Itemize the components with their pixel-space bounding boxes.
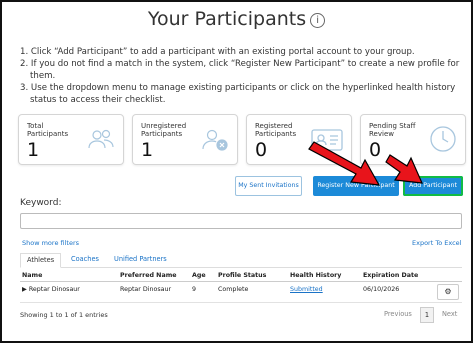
clock-icon [430,126,456,152]
table-header-divider [20,281,462,282]
add-participant-button[interactable]: Add Participant [403,176,463,196]
card-label: Registered Participants [255,122,297,138]
column-header-health-history[interactable]: Health History [290,272,341,279]
app-frame: Your Participants i 1. Click “Add Partici… [0,0,473,343]
my-sent-invitations-button[interactable]: My Sent Invitations [235,176,302,196]
instruction-2: 2. If you do not find a match in the sys… [20,59,460,81]
card-unregistered-participants: Unregistered Participants 1 [132,114,238,165]
card-value: 0 [255,139,268,161]
cell-preferred-name: Reptar Dinosaur [120,286,172,293]
column-header-profile-status[interactable]: Profile Status [218,272,266,279]
card-label: Pending Staff Review [369,122,416,138]
card-label: Unregistered Participants [141,122,187,138]
keyword-label: Keyword: [20,198,62,208]
info-icon[interactable]: i [310,13,326,28]
pagination-next[interactable]: Next [442,307,457,321]
pagination-previous[interactable]: Previous [384,307,412,321]
column-header-preferred-name[interactable]: Preferred Name [120,272,177,279]
cell-health-history: Submitted [290,286,323,293]
users-icon [88,129,114,149]
row-actions-gear-button[interactable]: ⚙ [437,284,459,300]
register-new-participant-button[interactable]: Register New Participant [313,176,399,196]
card-label: Total Participants [27,122,69,138]
health-history-link[interactable]: Submitted [290,286,323,293]
page-title: Your Participants i [2,8,471,30]
gear-icon: ⚙ [444,287,452,296]
card-registered-participants: Registered Participants 0 [246,114,352,165]
table-row-divider [20,302,462,303]
participant-tabs: Athletes Coaches Unified Partners [20,253,462,268]
cell-name[interactable]: ▶ Reptar Dinosaur [22,286,80,293]
card-pending-staff-review: Pending Staff Review 0 [360,114,466,165]
card-value: 0 [369,139,382,161]
column-header-age[interactable]: Age [192,272,206,279]
page-title-text: Your Participants [147,8,307,30]
card-value: 1 [27,139,40,161]
show-more-filters-link[interactable]: Show more filters [22,239,79,247]
tab-unified-partners[interactable]: Unified Partners [108,253,173,266]
instruction-1: 1. Click “Add Participant” to add a part… [20,47,415,57]
entries-info: Showing 1 to 1 of 1 entries [20,311,108,319]
column-header-name[interactable]: Name [22,272,42,279]
user-remove-icon [202,129,228,151]
id-card-icon [311,129,343,151]
export-to-excel-link[interactable]: Export To Excel [412,239,461,247]
instruction-3: 3. Use the dropdown menu to manage exist… [20,83,456,105]
cell-profile-status: Complete [218,286,249,293]
card-total-participants: Total Participants 1 [18,114,124,165]
keyword-input[interactable] [20,213,462,229]
pagination-page-1[interactable]: 1 [420,307,434,323]
tab-coaches[interactable]: Coaches [65,253,105,266]
instructions: 1. Click “Add Participant” to add a part… [20,46,462,106]
cell-expiration-date: 06/10/2026 [363,286,400,293]
card-value: 1 [141,139,154,161]
tab-athletes[interactable]: Athletes [20,253,62,268]
cell-age: 9 [192,286,197,293]
column-header-expiration-date[interactable]: Expiration Date [363,272,418,279]
